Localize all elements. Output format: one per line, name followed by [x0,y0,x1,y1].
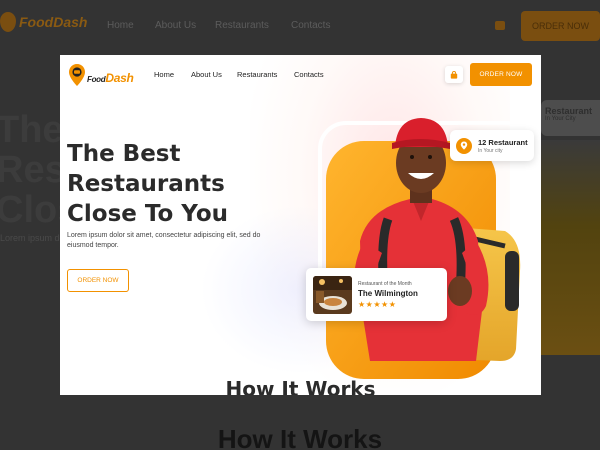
restaurant-count-subtitle: In Your city [478,147,503,154]
background-nav-restaurants: Restaurants [215,20,269,31]
nav-restaurants[interactable]: Restaurants [237,70,277,79]
logo-wordmark: FoodDash [87,71,134,85]
restaurant-count-text: 12 Restaurant In Your city [478,138,528,154]
background-description: Lorem ipsum dolor sit amet, consectetur [0,233,60,243]
restaurant-of-month-name: The Wilmington [358,288,418,298]
restaurant-of-month-label: Restaurant of the Month [358,280,412,287]
hero-headline-line-2: Restaurants [67,171,225,197]
background-how-it-works-title: How It Works [217,424,383,450]
restaurant-count-badge: 12 Restaurant In Your city [450,130,534,161]
hero-headline: The Best Restaurants Close To You [67,139,267,229]
restaurant-of-month-text: Restaurant of the Month The Wilmington ★… [358,281,418,309]
preview-modal: FoodDash Home About Us Restaurants Conta… [60,55,541,395]
background-cart-icon [495,21,505,30]
logo-dash-text: Dash [105,71,134,85]
hero-order-now-button[interactable]: ORDER NOW [67,269,129,292]
background-restaurant-badge: Restaurant In Your City [541,100,600,136]
background-badge-title: Restaurant [545,106,593,116]
location-pin-icon [456,137,472,154]
bag-icon [450,70,458,79]
background-badge-subtitle: In Your City [545,116,576,122]
site-logo[interactable]: FoodDash [68,63,134,87]
background-hero-photo [541,140,600,355]
nav-about-us[interactable]: About Us [191,70,222,79]
background-logo: FoodDash [0,12,87,32]
cart-button[interactable] [445,66,463,83]
hero-headline-line-3: Close To You [67,201,229,227]
rating-stars-icon: ★★★★★ [358,299,397,309]
restaurant-of-month-card[interactable]: Restaurant of the Month The Wilmington ★… [306,268,447,321]
restaurant-count-title: 12 Restaurant [478,137,528,147]
logo-food-text: Food [87,75,106,84]
background-nav-contacts: Contacts [291,20,331,31]
nav-home[interactable]: Home [154,70,174,79]
background-logo-pin-icon [0,12,16,32]
background-logo-text: FoodDash [19,14,88,30]
restaurant-thumbnail [313,275,352,314]
hero-headline-line-1: The Best [67,141,181,167]
logo-pin-icon [68,63,86,87]
how-it-works-title: How It Works [225,377,376,395]
order-now-button[interactable]: ORDER NOW [470,63,532,86]
background-order-button: ORDER NOW [521,11,600,41]
background-nav-about: About Us [155,20,197,31]
background-nav-home: Home [107,20,134,31]
hero-description: Lorem ipsum dolor sit amet, consectetur … [67,232,261,249]
nav-contacts[interactable]: Contacts [294,70,324,79]
